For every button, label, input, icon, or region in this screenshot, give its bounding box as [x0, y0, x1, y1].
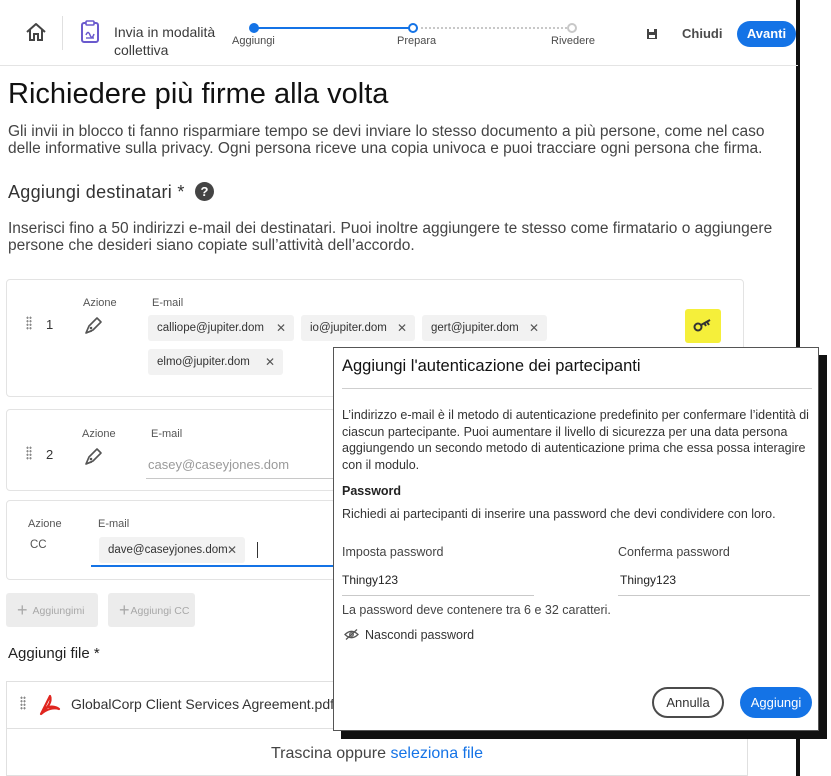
email-chip-text: gert@jupiter.dom — [431, 322, 519, 334]
step-dot-review — [567, 23, 577, 33]
action-cc-value[interactable]: CC — [30, 539, 47, 551]
recipients-title-text: Aggiungi destinatari — [8, 182, 173, 202]
set-password-label: Imposta password — [342, 545, 444, 559]
email-chip-text: dave@caseyjones.dom — [108, 544, 228, 556]
close-button[interactable]: Chiudi — [682, 26, 722, 41]
email-chip-text: elmo@jupiter.dom — [157, 356, 250, 368]
required-mark: * — [177, 182, 185, 202]
header-divider — [62, 16, 63, 50]
remove-chip-icon[interactable]: ✕ — [529, 315, 539, 341]
drag-handle-icon[interactable] — [20, 696, 26, 710]
recipient-order: 1 — [46, 317, 54, 332]
save-icon[interactable] — [646, 28, 658, 40]
cancel-button[interactable]: Annulla — [652, 687, 724, 718]
add-cc-label: Aggiungi CC — [130, 605, 190, 617]
files-title-text: Aggiungi file — [8, 645, 90, 662]
email-input-underline — [146, 478, 336, 479]
recipients-title: Aggiungi destinatari * — [8, 182, 185, 203]
dialog-title: Aggiungi l'autenticazione dei partecipan… — [342, 357, 641, 375]
recipient-card-2: 2 Azione E-mail casey@caseyjones.dom — [6, 409, 336, 491]
top-bar: Invia in modalità collettiva Aggiungi Pr… — [0, 0, 798, 66]
drop-zone-text: Trascina oppure seleziona file — [7, 745, 747, 763]
text-cursor — [257, 542, 258, 558]
add-cc-button[interactable]: +Aggiungi CC — [108, 593, 195, 627]
remove-chip-icon[interactable]: ✕ — [276, 315, 286, 341]
authentication-key-button[interactable] — [685, 309, 721, 343]
hide-password-label: Nascondi password — [365, 628, 475, 642]
password-length-hint: La password deve contenere tra 6 e 32 ca… — [342, 603, 611, 617]
password-section-title: Password — [342, 484, 402, 498]
page-title: Richiedere più firme alla volta — [8, 78, 389, 110]
step-dot-prepare — [408, 23, 418, 33]
email-chip-text: calliope@jupiter.dom — [157, 322, 264, 334]
progress-line-done — [254, 27, 412, 29]
drop-zone-label: Trascina oppure — [271, 745, 387, 762]
step-dot-add — [249, 23, 259, 33]
recipient-card-cc: Azione CC E-mail dave@caseyjones.dom ✕ — [6, 500, 337, 580]
intro-text: Gli invii in blocco ti fanno risparmiare… — [8, 123, 765, 157]
add-me-button[interactable]: + Aggiungimi — [6, 593, 98, 627]
recipients-description: Inserisci fino a 50 indirizzi e-mail dei… — [8, 220, 773, 254]
dialog-description: L’indirizzo e-mail è il metodo di autent… — [342, 408, 809, 472]
add-authentication-button[interactable]: Aggiungi — [740, 687, 812, 718]
progress-line-todo — [416, 27, 571, 29]
set-password-field[interactable]: Thingy123 — [342, 573, 398, 587]
drag-handle-icon[interactable] — [26, 446, 32, 460]
required-mark: * — [93, 645, 100, 662]
step-label-prepare: Prepara — [397, 35, 437, 47]
participant-authentication-dialog: Aggiungi l'autenticazione dei partecipan… — [333, 347, 819, 731]
select-file-link[interactable]: seleziona file — [390, 745, 483, 762]
email-chip[interactable]: dave@caseyjones.dom ✕ — [99, 537, 245, 563]
email-label: E-mail — [151, 428, 183, 440]
signer-pen-icon[interactable] — [83, 314, 105, 336]
hide-password-toggle[interactable]: Nascondi password — [344, 628, 474, 642]
email-chip[interactable]: gert@jupiter.dom ✕ — [422, 315, 547, 341]
confirm-password-label: Conferma password — [618, 545, 730, 559]
dialog-divider — [342, 388, 812, 389]
app-title: Invia in modalità collettiva — [114, 24, 216, 58]
help-icon[interactable]: ? — [195, 182, 214, 201]
set-password-underline — [342, 595, 534, 596]
signer-pen-icon[interactable] — [83, 445, 105, 467]
remove-chip-icon[interactable]: ✕ — [227, 537, 237, 563]
action-label: Azione — [28, 518, 62, 530]
email-input-focus-underline[interactable] — [91, 565, 337, 567]
document-agreement-icon — [81, 20, 99, 43]
progress-stepper: Aggiungi Prepara Rivedere — [232, 22, 632, 52]
file-drop-zone[interactable]: Trascina oppure seleziona file — [6, 728, 748, 776]
next-button[interactable]: Avanti — [737, 21, 796, 47]
file-name: GlobalCorp Client Services Agreement.pdf — [71, 696, 335, 712]
email-label: E-mail — [152, 297, 184, 309]
action-label: Azione — [83, 297, 117, 309]
remove-chip-icon[interactable]: ✕ — [265, 349, 275, 375]
add-me-label: Aggiungimi — [32, 605, 85, 617]
email-input[interactable]: casey@caseyjones.dom — [148, 457, 289, 472]
email-chip[interactable]: io@jupiter.dom ✕ — [301, 315, 415, 341]
eye-slash-icon — [344, 629, 359, 640]
remove-chip-icon[interactable]: ✕ — [397, 315, 407, 341]
action-label: Azione — [82, 428, 116, 440]
confirm-password-field[interactable]: Thingy123 — [620, 573, 676, 587]
confirm-password-underline — [618, 595, 810, 596]
email-chip[interactable]: calliope@jupiter.dom ✕ — [148, 315, 294, 341]
step-label-review: Rivedere — [551, 35, 596, 47]
files-title: Aggiungi file * — [8, 645, 100, 662]
home-icon[interactable] — [25, 22, 47, 42]
pdf-icon — [39, 694, 61, 716]
step-label-add: Aggiungi — [232, 35, 275, 47]
email-label: E-mail — [98, 518, 130, 530]
recipient-order: 2 — [46, 447, 54, 462]
email-chip[interactable]: elmo@jupiter.dom ✕ — [148, 349, 283, 375]
password-section-description: Richiedi ai partecipanti di inserire una… — [342, 507, 776, 521]
drag-handle-icon[interactable] — [26, 316, 32, 330]
plus-icon: + — [119, 600, 130, 620]
email-chip-text: io@jupiter.dom — [310, 322, 387, 334]
plus-icon: + — [17, 600, 28, 620]
key-icon — [693, 319, 711, 332]
